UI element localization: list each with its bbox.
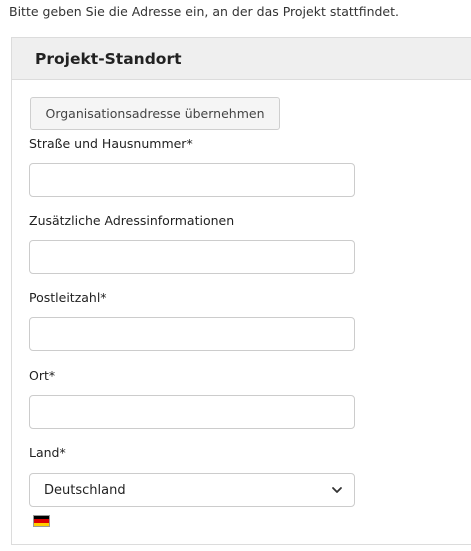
street-input[interactable] — [29, 163, 355, 197]
additional-address-label: Zusätzliche Adressinformationen — [29, 213, 235, 228]
panel-title: Projekt-Standort — [35, 49, 182, 68]
adopt-organisation-address-button[interactable]: Organisationsadresse übernehmen — [30, 97, 280, 130]
country-label: Land* — [29, 445, 66, 460]
city-input[interactable] — [29, 395, 355, 429]
zip-label: Postleitzahl* — [29, 290, 107, 305]
zip-input[interactable] — [29, 317, 355, 351]
germany-flag-icon — [33, 515, 50, 527]
city-label: Ort* — [29, 368, 56, 383]
panel-header: Projekt-Standort — [12, 38, 471, 80]
country-select-value: Deutschland — [44, 482, 126, 498]
street-label: Straße und Hausnummer* — [29, 136, 193, 151]
additional-address-input[interactable] — [29, 240, 355, 274]
project-location-panel: Projekt-Standort Organisationsadresse üb… — [11, 37, 471, 545]
intro-text: Bitte geben Sie die Adresse ein, an der … — [9, 4, 399, 19]
country-select[interactable]: Deutschland — [29, 473, 355, 507]
chevron-down-icon — [332, 487, 342, 493]
